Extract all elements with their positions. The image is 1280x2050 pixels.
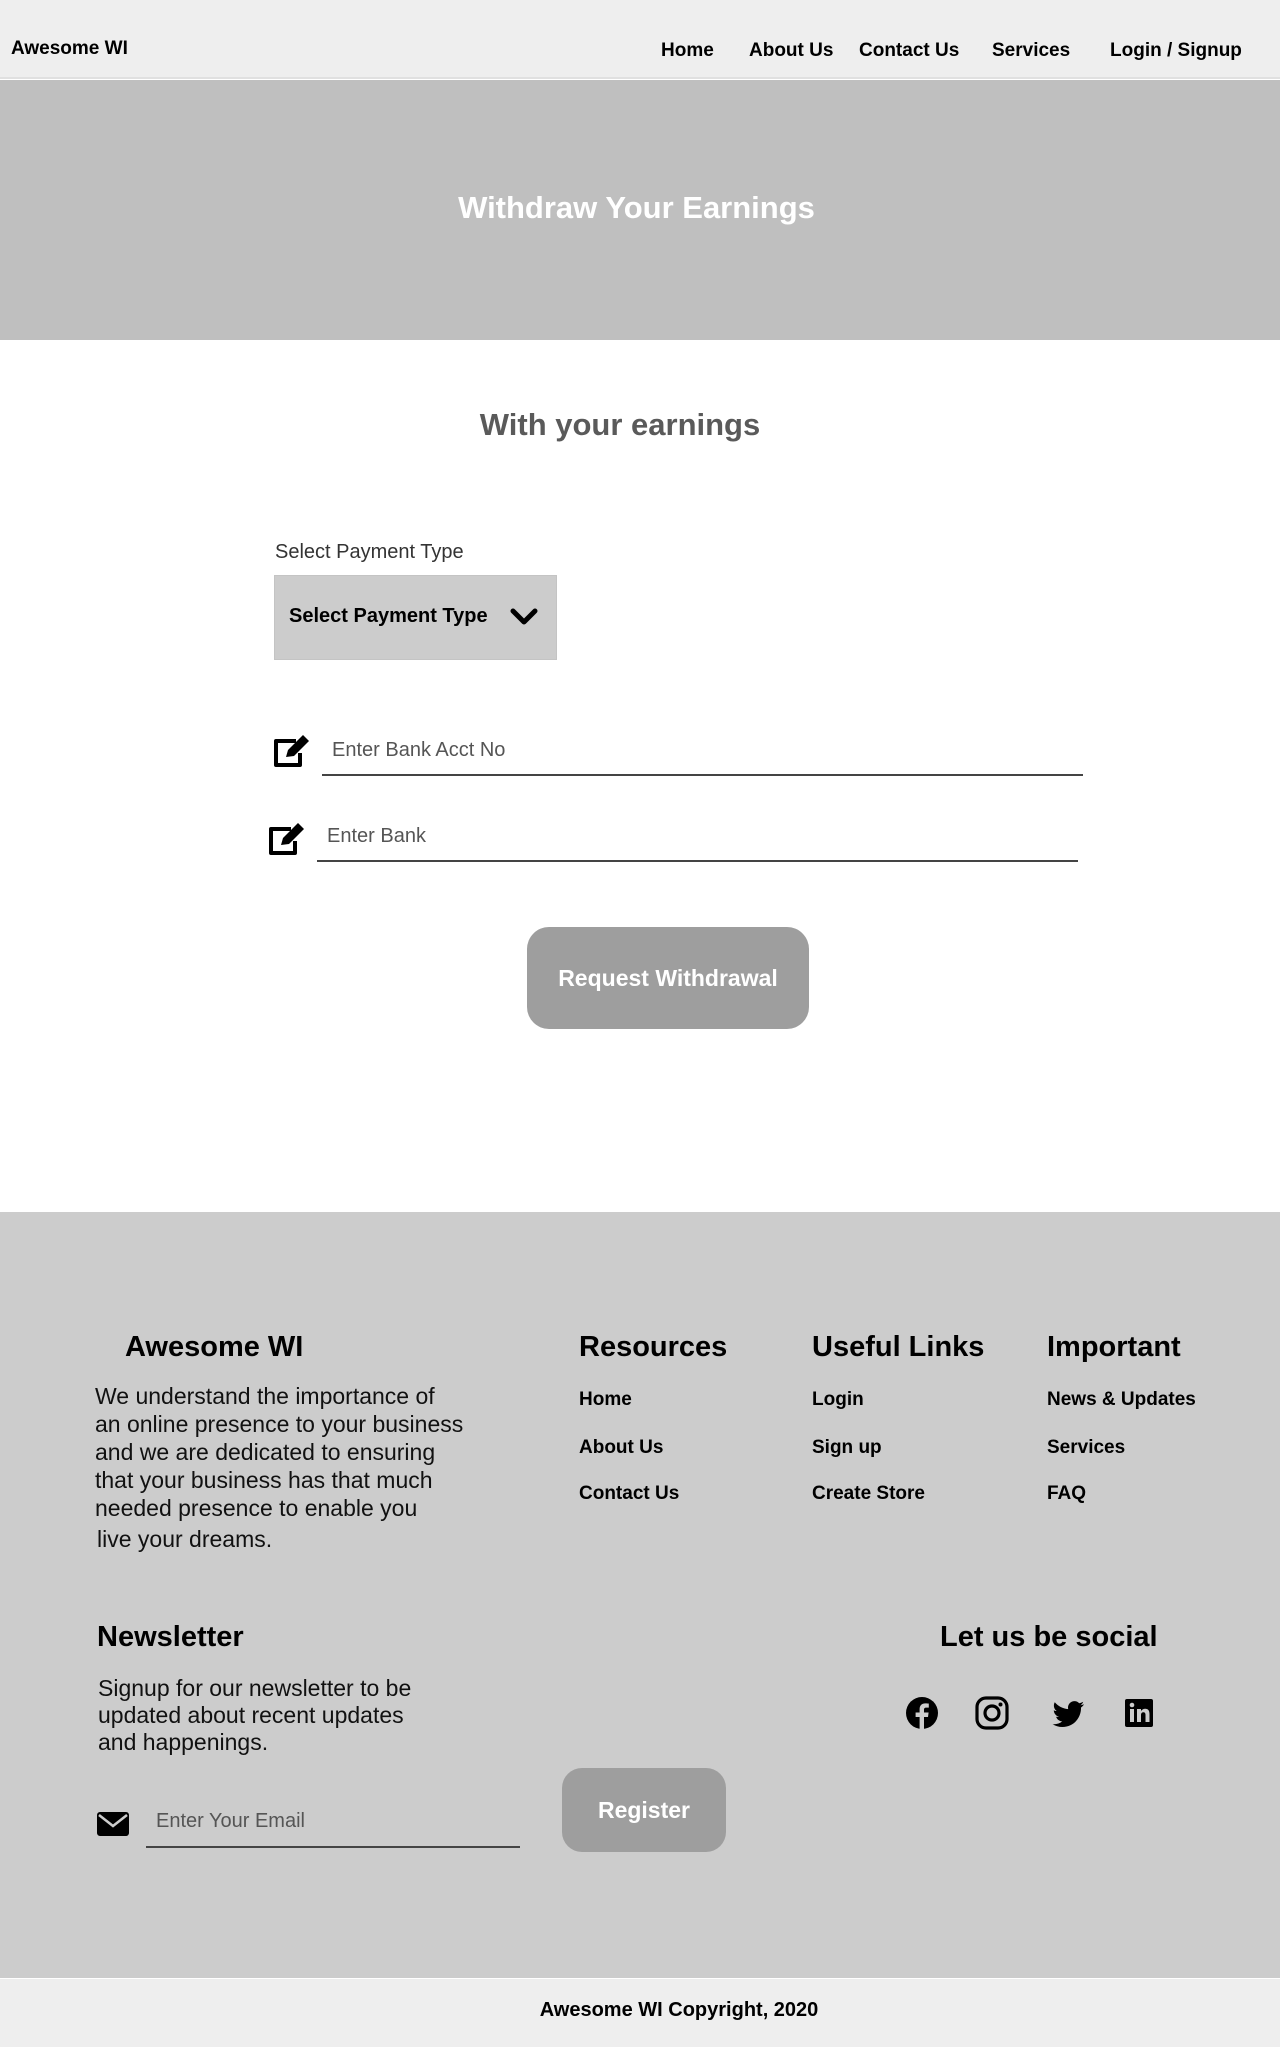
chevron-down-icon [510,608,538,625]
copyright-bar: Awesome WI Copyright, 2020 [0,1979,1280,2047]
nav-about-us[interactable]: About Us [749,40,833,62]
footer-link-sign-up[interactable]: Sign up [812,1437,882,1459]
newsletter-email-field[interactable] [146,1796,520,1848]
footer-link-login[interactable]: Login [812,1389,864,1411]
section-subtitle: With your earnings [479,407,761,442]
footer-link-faq[interactable]: FAQ [1047,1483,1086,1505]
social-title: Let us be social [940,1621,1158,1653]
twitter-icon[interactable] [1052,1697,1086,1731]
nav-home[interactable]: Home [661,40,714,62]
footer-useful-links-title: Useful Links [812,1331,985,1363]
bank-acct-no-input[interactable] [322,726,1083,774]
footer-link-home[interactable]: Home [579,1389,632,1411]
footer-resources-title: Resources [579,1331,728,1363]
bank-name-input[interactable] [317,812,1078,860]
newsletter-email-input[interactable] [146,1796,520,1846]
footer-link-contact-us[interactable]: Contact Us [579,1483,679,1505]
bank-name-field[interactable] [317,812,1078,862]
top-nav-bar: Awesome WI Home About Us Contact Us Serv… [0,0,1280,79]
hero-title: Withdraw Your Earnings [458,190,815,225]
request-withdrawal-button[interactable]: Request Withdrawal [527,927,809,1029]
hero-banner: Withdraw Your Earnings [0,80,1280,340]
footer-about-text: We understand the importance of an onlin… [95,1382,515,1553]
envelope-icon [97,1812,129,1836]
edit-icon [274,735,309,767]
newsletter-text: Signup for our newsletter to be updated … [98,1675,498,1756]
footer-about-line: We understand the importance of [95,1383,435,1409]
footer-link-services[interactable]: Services [1047,1437,1125,1459]
footer-link-about-us[interactable]: About Us [579,1437,663,1459]
nav-login-signup[interactable]: Login / Signup [1110,40,1242,62]
footer-about-line: an online presence to your business [95,1411,464,1437]
linkedin-icon[interactable] [1122,1696,1156,1730]
facebook-icon[interactable] [905,1696,939,1730]
bank-acct-no-field[interactable] [322,726,1083,776]
newsletter-title: Newsletter [97,1621,244,1653]
newsletter-line: and happenings. [98,1729,269,1755]
footer-link-news-updates[interactable]: News & Updates [1047,1389,1196,1411]
copyright-text: Awesome WI Copyright, 2020 [539,1999,819,2021]
footer-important-title: Important [1047,1331,1181,1363]
payment-type-selected-value: Select Payment Type [289,605,488,627]
footer-about-line: needed presence to enable you [95,1495,418,1521]
newsletter-line: Signup for our newsletter to be [98,1675,412,1701]
footer [0,1212,1280,1978]
nav-contact-us[interactable]: Contact Us [859,40,959,62]
register-button[interactable]: Register [562,1768,726,1852]
footer-brand-title: Awesome WI [125,1331,304,1363]
payment-type-select[interactable]: Select Payment Type [274,575,557,660]
newsletter-line: updated about recent updates [98,1702,404,1728]
payment-type-label: Select Payment Type [275,541,464,563]
instagram-icon[interactable] [975,1696,1009,1730]
footer-about-line: live your dreams. [97,1526,273,1552]
nav-services[interactable]: Services [992,40,1070,62]
footer-link-create-store[interactable]: Create Store [812,1483,925,1505]
page: Awesome WI Home About Us Contact Us Serv… [0,0,1280,2050]
edit-icon [269,823,304,855]
footer-about-line: that your business has that much [95,1467,433,1493]
footer-about-line: and we are dedicated to ensuring [95,1439,436,1465]
brand-logo-text[interactable]: Awesome WI [11,38,128,60]
